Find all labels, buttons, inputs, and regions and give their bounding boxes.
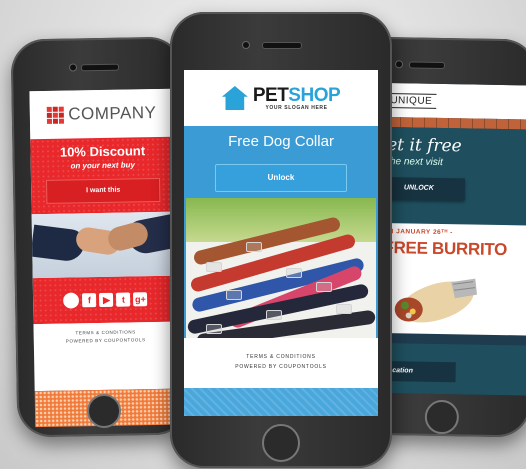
company-subline: on your next buy: [70, 160, 136, 171]
terms-link[interactable]: TERMS & CONDITIONS: [184, 352, 378, 362]
bottom-pattern: [184, 388, 378, 416]
petshop-screen: PETSHOP YOUR SLOGAN HERE Free Dog Collar…: [184, 70, 378, 416]
social-icons: ⬤ f ▶ t g+: [32, 275, 178, 325]
company-offer: 10% Discount on your next buy I want thi…: [30, 136, 176, 215]
offer-title: Free Dog Collar: [228, 133, 334, 150]
youtube-icon[interactable]: ▶: [99, 292, 114, 308]
burrito-image: [394, 278, 477, 323]
camera: [242, 41, 250, 49]
camera: [394, 60, 404, 69]
home-button[interactable]: [262, 424, 300, 462]
company-header: COMPANY: [29, 88, 175, 140]
unique-headline: Get it free: [373, 134, 462, 157]
company-brand: COMPANY: [68, 102, 157, 124]
dog-collars-image: [186, 198, 376, 338]
company-logo-icon: [47, 106, 65, 124]
house-paw-icon: [221, 86, 248, 110]
speaker: [80, 63, 120, 72]
powered-by: POWERED BY COUPONTOOLS: [65, 337, 146, 344]
camera: [68, 63, 78, 72]
map-pin-icon[interactable]: ⬤: [63, 291, 80, 308]
handshake-image: [30, 211, 179, 279]
speaker: [262, 42, 302, 49]
facebook-icon[interactable]: f: [82, 293, 97, 308]
unique-brand: UNIQUE: [386, 92, 437, 109]
company-footer: TERMS & CONDITIONS POWERED BY COUPONTOOL…: [33, 321, 178, 347]
company-screen: COMPANY 10% Discount on your next buy I …: [29, 88, 179, 392]
petshop-slogan: YOUR SLOGAN HERE: [265, 104, 328, 111]
petshop-brand: PETSHOP: [252, 84, 341, 106]
petshop-header: PETSHOP YOUR SLOGAN HERE: [184, 70, 378, 126]
powered-by: POWERED BY COUPONTOOLS: [235, 364, 327, 370]
company-discount: 10% Discount: [59, 143, 146, 160]
phone-petshop: PETSHOP YOUR SLOGAN HERE Free Dog Collar…: [170, 12, 392, 468]
home-button[interactable]: [424, 399, 460, 435]
i-want-this-button[interactable]: I want this: [45, 177, 161, 204]
google-plus-icon[interactable]: g+: [133, 292, 148, 307]
unique-subline: on the next visit: [373, 155, 443, 169]
speaker: [408, 61, 446, 70]
petshop-footer: TERMS & CONDITIONS POWERED BY COUPONTOOL…: [184, 352, 378, 372]
unlock-button[interactable]: Unlock: [215, 164, 347, 192]
twitter-icon[interactable]: t: [116, 292, 131, 307]
phone-company: COMPANY 10% Discount on your next buy I …: [10, 36, 190, 438]
